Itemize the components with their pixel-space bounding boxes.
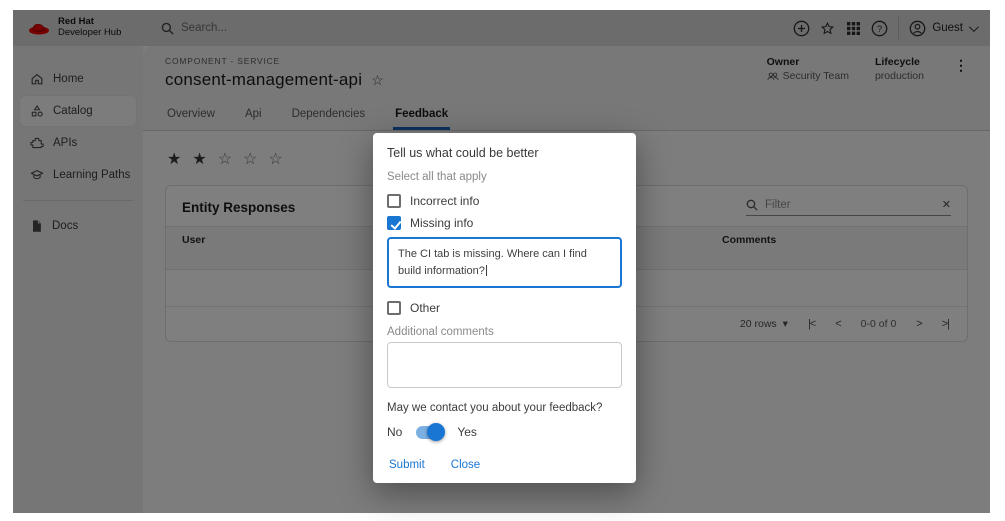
close-button[interactable]: Close xyxy=(451,459,480,471)
checkbox-incorrect-info[interactable] xyxy=(387,194,401,208)
checkbox-other[interactable] xyxy=(387,301,401,315)
modal-title: Tell us what could be better xyxy=(387,146,622,160)
contact-toggle[interactable] xyxy=(416,426,443,439)
option-label: Incorrect info xyxy=(410,194,479,208)
select-all-label: Select all that apply xyxy=(387,171,622,183)
text-caret xyxy=(486,265,487,276)
feedback-text: The CI tab is missing. Where can I find … xyxy=(398,248,587,277)
modal-actions: Submit Close xyxy=(387,459,622,471)
option-other[interactable]: Other xyxy=(387,297,622,319)
option-label: Other xyxy=(410,301,440,315)
contact-question: May we contact you about your feedback? xyxy=(387,402,622,414)
feedback-modal: Tell us what could be better Select all … xyxy=(373,133,636,483)
toggle-yes-label: Yes xyxy=(457,425,477,439)
option-incorrect-info[interactable]: Incorrect info xyxy=(387,190,622,212)
contact-toggle-row: No Yes xyxy=(387,421,622,443)
option-missing-info[interactable]: Missing info xyxy=(387,212,622,234)
feedback-textarea[interactable]: The CI tab is missing. Where can I find … xyxy=(387,237,622,288)
additional-comments-label: Additional comments xyxy=(387,326,622,338)
toggle-knob xyxy=(427,423,445,441)
toggle-no-label: No xyxy=(387,425,402,439)
option-label: Missing info xyxy=(410,216,473,230)
submit-button[interactable]: Submit xyxy=(389,459,425,471)
additional-comments-textarea[interactable] xyxy=(387,342,622,388)
checkbox-missing-info[interactable] xyxy=(387,216,401,230)
